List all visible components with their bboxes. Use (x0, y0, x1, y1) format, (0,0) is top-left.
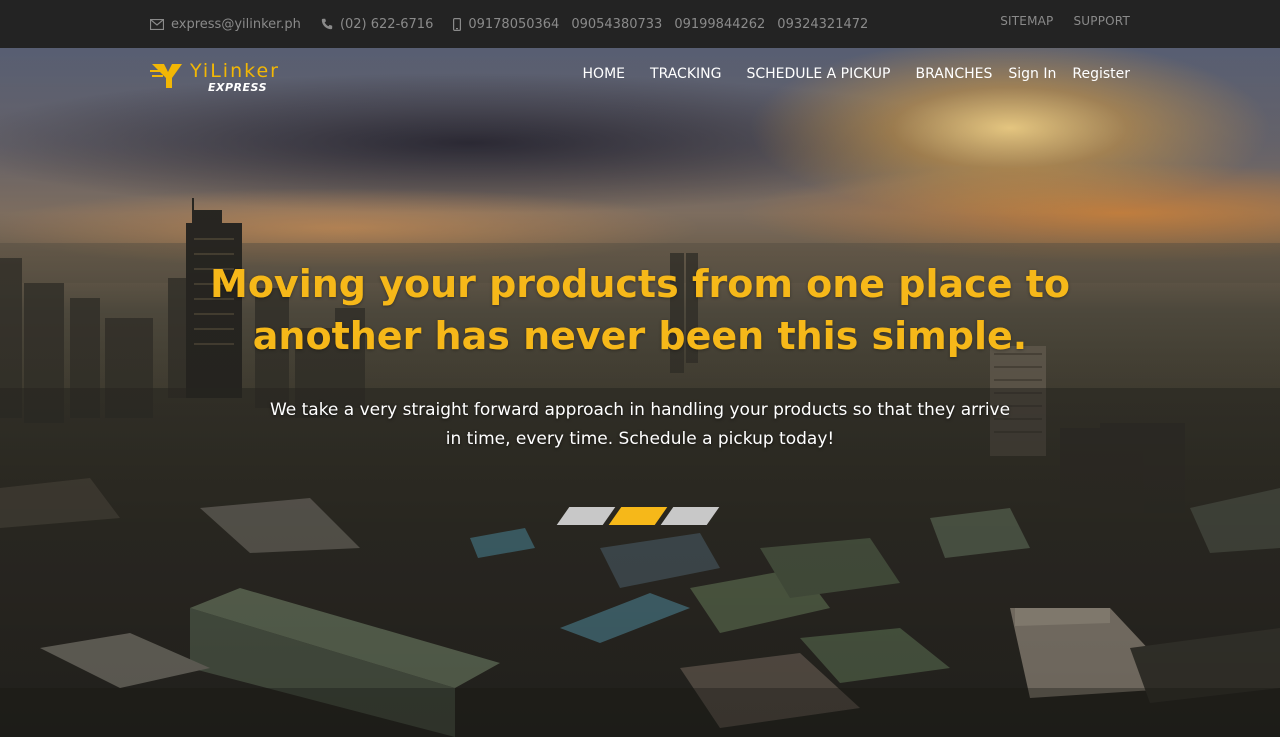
nav-home[interactable]: HOME (583, 66, 625, 82)
logo-sub-text: EXPRESS (208, 81, 267, 94)
main-navigation: HOME TRACKING SCHEDULE A PICKUP BRANCHES… (583, 66, 1130, 82)
contact-bar: express@yilinker.ph (02) 622-6716 091780… (0, 0, 1280, 48)
logo-wordmark: YiLinker EXPRESS (190, 60, 280, 94)
landline-text: (02) 622-6716 (339, 16, 434, 32)
hero-banner: YiLinker EXPRESS HOME TRACKING SCHEDULE … (0, 48, 1280, 737)
mobile-number[interactable]: 09324321472 (777, 17, 868, 32)
utility-links: SITEMAP SUPPORT (980, 14, 1130, 28)
nav-tracking[interactable]: TRACKING (650, 66, 721, 82)
nav-branches[interactable]: BRANCHES (916, 66, 993, 82)
hero-subtext: We take a very straight forward approach… (269, 400, 1011, 449)
hero-headline: Moving your products from one place to a… (0, 258, 1280, 362)
yilinker-express-logo[interactable]: YiLinker EXPRESS (150, 62, 280, 94)
mobile-phone-icon (453, 17, 462, 31)
carousel-indicator-2[interactable] (608, 507, 668, 525)
hero-headline-line: another has never been this simple. (252, 314, 1028, 358)
contact-info: express@yilinker.ph (02) 622-6716 091780… (150, 0, 900, 48)
carousel-indicator-1[interactable] (556, 507, 616, 525)
logo-brand-text: YiLinker (190, 60, 280, 82)
mobile-number[interactable]: 09178050364 (468, 17, 559, 32)
support-link[interactable]: SUPPORT (1073, 14, 1130, 28)
mobile-number[interactable]: 09054380733 (571, 17, 662, 32)
hero-overlay (0, 48, 1280, 737)
logo-mark-icon (150, 62, 184, 94)
nav-schedule-pickup[interactable]: SCHEDULE A PICKUP (746, 66, 890, 82)
email-text: express@yilinker.ph (171, 16, 301, 32)
mobile-number[interactable]: 09199844262 (674, 17, 765, 32)
carousel-indicators (556, 507, 720, 525)
email-contact[interactable]: express@yilinker.ph (150, 17, 301, 32)
landline-contact[interactable]: (02) 622-6716 (321, 17, 433, 32)
sitemap-link[interactable]: SITEMAP (1000, 14, 1053, 28)
carousel-indicator-3[interactable] (660, 507, 720, 525)
sign-in-link[interactable]: Sign In (1008, 66, 1056, 82)
envelope-icon (150, 18, 164, 30)
hero-headline-line: Moving your products from one place to (210, 262, 1070, 306)
mobile-contacts: 09178050364 09054380733 09199844262 0932… (453, 17, 880, 32)
phone-icon (321, 18, 333, 30)
register-link[interactable]: Register (1072, 66, 1130, 82)
